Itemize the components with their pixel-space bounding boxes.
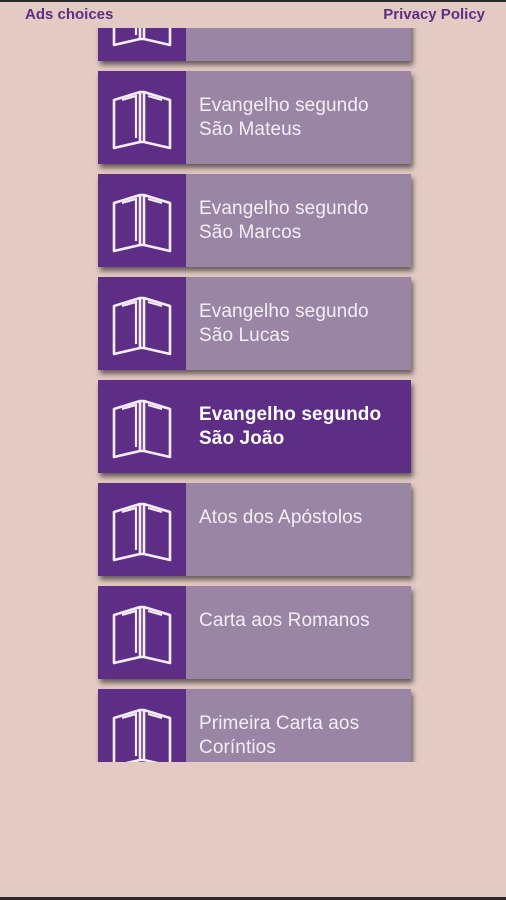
book-item[interactable] bbox=[98, 28, 411, 61]
open-book-icon bbox=[112, 90, 172, 149]
book-item-romanos[interactable]: Carta aos Romanos bbox=[98, 586, 411, 679]
book-icon-box bbox=[98, 586, 186, 679]
book-icon-box bbox=[98, 174, 186, 267]
open-book-icon bbox=[112, 296, 172, 355]
open-book-icon bbox=[112, 605, 172, 664]
book-icon-box bbox=[98, 277, 186, 370]
open-book-icon bbox=[112, 502, 172, 561]
open-book-icon bbox=[112, 399, 172, 458]
book-list: Evangelho segundo São Mateus Evangelho s… bbox=[98, 28, 411, 762]
book-title: Evangelho segundo São Mateus bbox=[199, 95, 369, 140]
book-list-viewport[interactable]: Evangelho segundo São Mateus Evangelho s… bbox=[0, 28, 506, 762]
book-item-mateus[interactable]: Evangelho segundo São Mateus bbox=[98, 71, 411, 164]
privacy-policy-link[interactable]: Privacy Policy bbox=[383, 6, 485, 23]
book-item-marcos[interactable]: Evangelho segundo São Marcos bbox=[98, 174, 411, 267]
book-icon-box bbox=[98, 380, 186, 473]
book-icon-box bbox=[98, 71, 186, 164]
ads-choices-link[interactable]: Ads choices bbox=[25, 6, 113, 23]
book-icon-box bbox=[98, 689, 186, 762]
book-item-atos[interactable]: Atos dos Apóstolos bbox=[98, 483, 411, 576]
book-title: Atos dos Apóstolos bbox=[199, 507, 363, 528]
book-item-corintios[interactable]: Primeira Carta aos Coríntios bbox=[98, 689, 411, 762]
book-icon-box bbox=[98, 483, 186, 576]
open-book-icon bbox=[112, 28, 172, 46]
book-title: Carta aos Romanos bbox=[199, 610, 370, 631]
book-title: Evangelho segundo São Marcos bbox=[199, 198, 369, 243]
book-title bbox=[186, 28, 211, 61]
top-bar: Ads choices Privacy Policy bbox=[0, 0, 506, 28]
book-icon-box bbox=[98, 28, 186, 61]
book-title: Evangelho segundo São João bbox=[199, 404, 382, 449]
book-item-joao-selected[interactable]: Evangelho segundo São João bbox=[98, 380, 411, 473]
open-book-icon bbox=[112, 708, 172, 762]
book-title: Primeira Carta aos Coríntios bbox=[199, 713, 360, 758]
book-item-lucas[interactable]: Evangelho segundo São Lucas bbox=[98, 277, 411, 370]
book-title: Evangelho segundo São Lucas bbox=[199, 301, 369, 346]
open-book-icon bbox=[112, 193, 172, 252]
